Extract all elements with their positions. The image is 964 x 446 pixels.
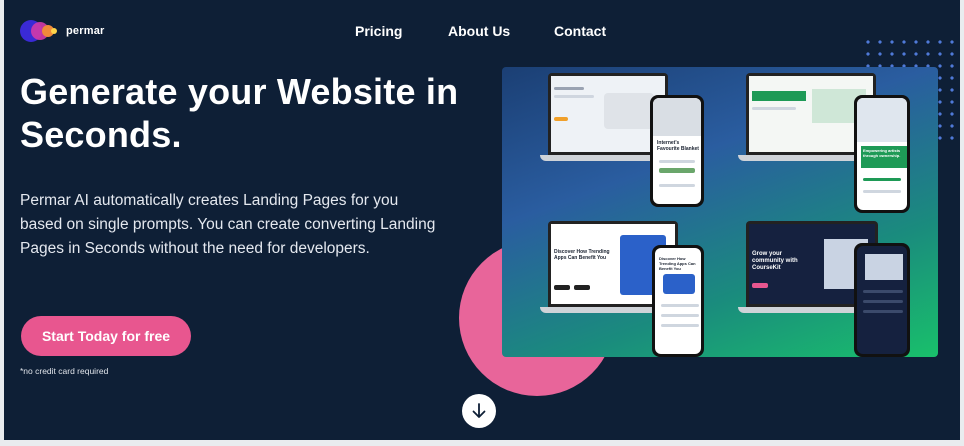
phone-mockup: Internet's Favourite Blanket [650, 95, 704, 207]
phone-mockup: Empowering artists through ownership. [854, 95, 910, 213]
mockup-headline: Internet's Favourite Blanket [657, 140, 699, 152]
nav-contact[interactable]: Contact [554, 23, 606, 39]
phone-mockup: Discover How Trending Apps Can Benefit Y… [652, 245, 704, 357]
website-showcase-image: Internet's Favourite Blanket Empowering … [502, 67, 938, 357]
nav-about-us[interactable]: About Us [448, 23, 510, 39]
mockup-headline: Discover How Trending Apps Can Benefit Y… [659, 256, 696, 271]
hero-title: Generate your Website in Seconds. [20, 71, 459, 155]
logo-mark-icon [20, 20, 60, 42]
brand-name: permar [66, 25, 105, 37]
no-credit-card-note: *no credit card required [20, 366, 109, 376]
start-today-button[interactable]: Start Today for free [21, 316, 191, 356]
arrow-down-icon [472, 403, 486, 418]
mockup-headline: Grow your community with CourseKit [752, 251, 798, 271]
hero-description: Permar AI automatically creates Landing … [20, 192, 436, 257]
nav-pricing[interactable]: Pricing [355, 23, 402, 39]
logo[interactable]: permar [20, 20, 105, 42]
mockup-headline: Empowering artists through ownership. [863, 148, 901, 158]
phone-mockup [854, 243, 910, 357]
scroll-down-button[interactable] [462, 394, 496, 428]
